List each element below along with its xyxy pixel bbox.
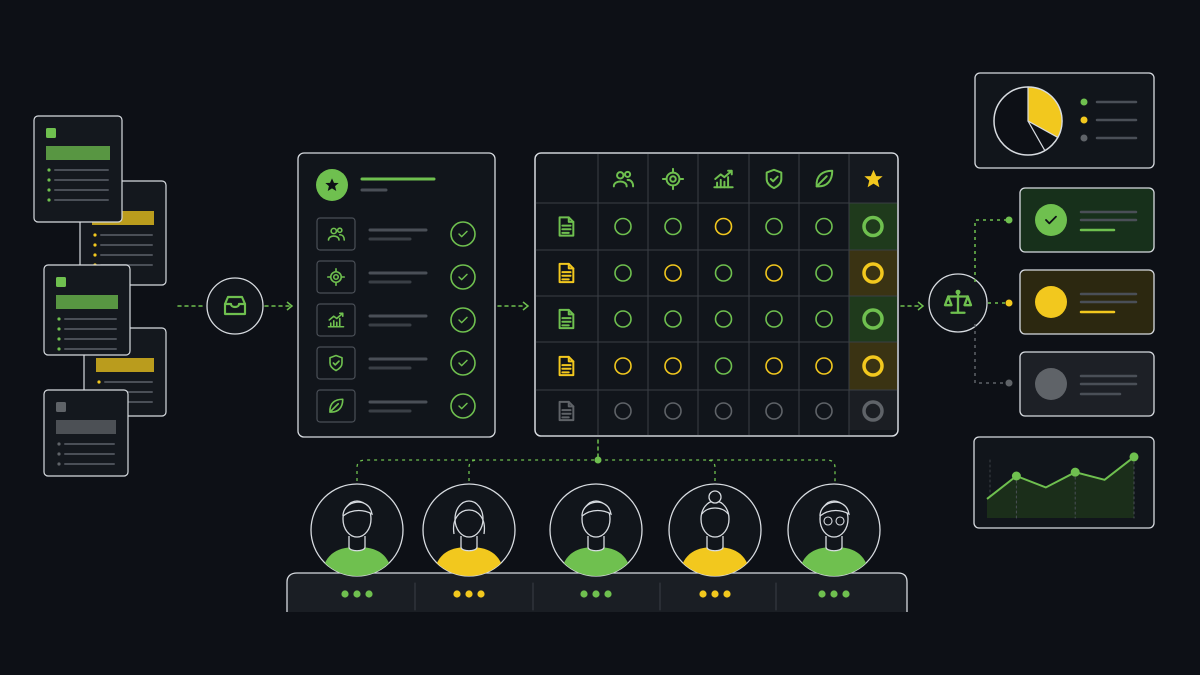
status-dot — [842, 590, 850, 598]
status-dot — [353, 590, 361, 598]
neck — [706, 536, 724, 552]
bullet-dot — [93, 233, 97, 237]
bullet-dot — [57, 442, 61, 446]
neck — [348, 536, 366, 552]
status-dot — [711, 590, 719, 598]
legend-dot — [1080, 134, 1088, 142]
document-stack — [33, 115, 167, 477]
trend-point — [1070, 467, 1080, 477]
evaluation-workflow-diagram — [33, 72, 1155, 612]
criteria-checklist-panel — [297, 152, 530, 438]
bullet-dot — [93, 243, 97, 247]
bullet-dot — [57, 327, 61, 331]
legend-dot — [1080, 116, 1088, 124]
document-card — [33, 115, 123, 223]
junction-dot — [594, 456, 602, 464]
bullet-dot — [47, 178, 51, 182]
outcome-card-yellow — [1019, 269, 1155, 335]
status-dot — [465, 590, 473, 598]
neck — [587, 536, 605, 552]
score-cell-bg — [849, 203, 897, 250]
status-dot — [592, 590, 600, 598]
status-dot — [818, 590, 826, 598]
status-dot — [604, 590, 612, 598]
status-dot — [477, 590, 485, 598]
status-dot — [365, 590, 373, 598]
legend-dot — [1080, 98, 1088, 106]
head — [700, 500, 730, 538]
score-cell-bg — [849, 296, 897, 342]
status-square — [56, 402, 66, 412]
neck — [460, 536, 478, 552]
inbox-node — [177, 277, 294, 335]
branch-dot — [1005, 379, 1013, 387]
branch-dot — [1005, 299, 1013, 307]
title-bar — [96, 358, 154, 372]
document-card — [43, 264, 131, 356]
neck — [825, 536, 843, 552]
branch-connector — [974, 219, 1008, 282]
outcome-card-green — [1019, 187, 1155, 253]
decision-node — [928, 216, 1013, 387]
score-cell-bg — [849, 250, 897, 296]
outcome-card-gray — [1019, 351, 1155, 417]
trend-chart-card — [973, 436, 1155, 529]
bullet-dot — [93, 253, 97, 257]
status-dot — [453, 590, 461, 598]
check-circle-icon — [1035, 204, 1067, 236]
hair-bun — [708, 490, 722, 504]
bullet-dot — [47, 188, 51, 192]
score-cell-bg — [849, 390, 897, 430]
circle-icon — [1035, 286, 1067, 318]
arrow-head — [522, 301, 530, 311]
document-card — [43, 389, 129, 477]
status-dot — [723, 590, 731, 598]
branch-connector — [974, 324, 1008, 384]
reviewer-panel — [286, 439, 908, 612]
bullet-dot — [57, 462, 61, 466]
title-bar — [56, 420, 116, 434]
status-dot — [699, 590, 707, 598]
title-bar — [46, 146, 110, 160]
status-square — [46, 128, 56, 138]
status-dot — [830, 590, 838, 598]
head — [454, 500, 484, 538]
status-square — [56, 277, 66, 287]
status-dot — [341, 590, 349, 598]
trend-point — [1011, 471, 1021, 481]
status-dot — [580, 590, 588, 598]
bullet-dot — [57, 337, 61, 341]
score-cell-bg — [849, 342, 897, 390]
bullet-dot — [47, 168, 51, 172]
bullet-dot — [97, 380, 101, 384]
title-bar — [56, 295, 118, 309]
pie-chart-card — [974, 72, 1155, 169]
trend-point — [1129, 452, 1139, 462]
scoring-matrix — [534, 152, 925, 437]
bullet-dot — [57, 452, 61, 456]
circle-icon — [1035, 368, 1067, 400]
branch-dot — [1005, 216, 1013, 224]
bullet-dot — [47, 198, 51, 202]
bullet-dot — [57, 347, 61, 351]
bullet-dot — [57, 317, 61, 321]
